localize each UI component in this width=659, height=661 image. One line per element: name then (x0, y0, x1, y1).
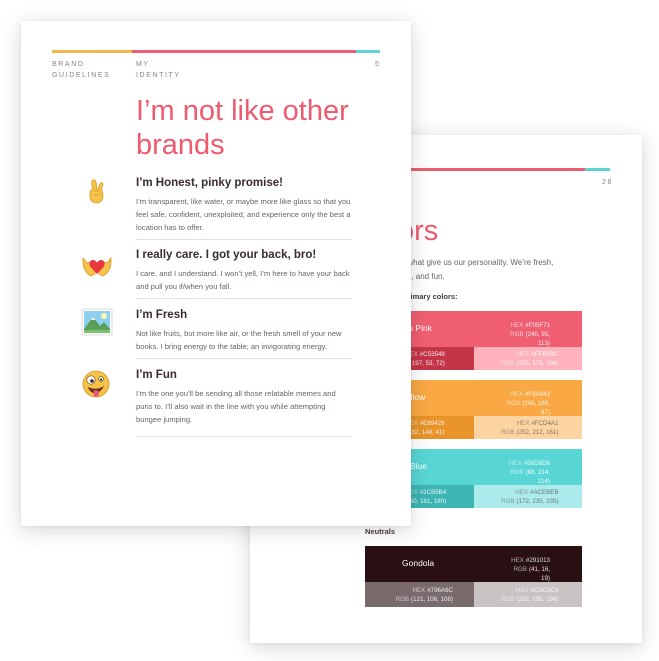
header-bar-pink (132, 50, 356, 53)
swatch-codes: HEX #FCD4A1 RGB (252, 212, 161) (494, 419, 559, 437)
swatch-codes: HEX #3CB5B4 60, 181, 180) (405, 488, 446, 506)
trait-description: I’m transparent, like water, or maybe mo… (136, 197, 351, 232)
title-line: I’m not like other (136, 95, 349, 127)
rgb-label: RGB (506, 400, 521, 407)
header-bar-teal (585, 168, 610, 171)
page-number: 28 (602, 179, 613, 186)
swatch-name: Gondola (402, 558, 435, 568)
header-line: BRAND (52, 61, 85, 68)
swatch-codes: HEX #291013 RGB (41, 16, 19) (505, 556, 550, 583)
swatch-codes: HEX #ACEBEB RGB (172, 235, 235) (494, 488, 559, 506)
divider (136, 239, 352, 240)
hex-value: #CAC3C4 (530, 587, 559, 594)
page-title: I’m not like other brands (136, 94, 349, 162)
hex-value: #291013 (525, 557, 550, 564)
hex-value: #ACEBEB (529, 489, 559, 496)
hex-label: HEX (515, 489, 528, 496)
trait-title: I really care. I got your back, bro! (136, 249, 317, 261)
hex-value: #FCD4A1 (531, 420, 559, 427)
header-my-identity: MY IDENTITY (136, 59, 181, 81)
rgb-value: 60, 181, 180) (409, 498, 447, 505)
hex-label: HEX (511, 557, 524, 564)
header-line: IDENTITY (136, 72, 181, 79)
rgb-label: RGB (510, 331, 524, 338)
rgb-label: RGB (501, 498, 515, 505)
swatch-codes: HEX #F9A843 RGB (249, 169, 67) (505, 390, 550, 417)
front-page-identity: BRAND GUIDELINES MY IDENTITY 5 I’m not l… (21, 21, 411, 526)
rgb-value: (121, 106, 108) (411, 596, 453, 603)
neutrals-label: Neutrals (365, 527, 396, 536)
rgb-label: RGB (501, 429, 515, 436)
trait-description: I’m the one you’ll be sending all those … (136, 389, 336, 424)
rgb-value: (41, 16, 19) (529, 566, 550, 582)
hex-label: HEX (510, 391, 523, 398)
header-brand-guidelines: BRAND GUIDELINES (52, 59, 110, 81)
rgb-value: (202, 195, 196) (516, 596, 559, 603)
hex-value: #796A6C (427, 587, 453, 594)
hex-label: HEX (509, 460, 522, 467)
hex-label: HEX (412, 587, 426, 594)
hex-label: HEX (516, 351, 530, 358)
swatch-codes: HEX #796A6C RGB (121, 106, 108) (395, 586, 453, 604)
zany-face-icon (81, 369, 111, 399)
rgb-label: RGB (501, 596, 515, 603)
hex-value: #E89429 (419, 420, 445, 427)
swatch-shade-light: HEX #ACEBEB RGB (172, 235, 235) (473, 485, 582, 508)
rgb-value: (88, 214, 214) (525, 469, 550, 485)
swatch-codes: HEX #F05F71 RGB (240, 95, 113) (505, 321, 550, 348)
hex-label: HEX (516, 420, 530, 427)
trait-title: I’m Fun (136, 369, 177, 381)
divider (136, 298, 352, 299)
header-bar-teal (356, 50, 380, 53)
intro-line: re what give us our personality. We’re f… (398, 258, 554, 267)
header-bar-yellow (52, 50, 132, 53)
pinky-promise-hand-icon (81, 177, 111, 207)
hex-label: HEX (510, 322, 524, 329)
swatch-shade-light: HEX #CAC3C4 RGB (202, 195, 196) (473, 582, 582, 607)
trait-description: I care, and I understand. I won’t yell, … (136, 269, 350, 291)
swatch-codes: HEX #58D6D6 RGB (88, 214, 214) (505, 459, 550, 486)
trait-title: I’m Fresh (136, 309, 188, 321)
heart-hands-icon (81, 249, 112, 279)
hex-value: #58D6D6 (523, 460, 550, 467)
rgb-value: (240, 95, 113) (525, 331, 550, 347)
swatch-main: Gondola HEX #291013 RGB (41, 16, 19) (365, 546, 582, 582)
rgb-value: (249, 169, 67) (522, 400, 550, 416)
hex-label: HEX (515, 587, 529, 594)
swatch-shade-light: HEX #FFB2BC RGB (255, 178, 188) (473, 347, 582, 370)
trait-description: Not like fruits, but more like air, or t… (136, 329, 342, 351)
intro-text: re what give us our personality. We’re f… (398, 256, 553, 284)
swatch-shade-light: HEX #FCD4A1 RGB (252, 212, 161) (473, 416, 582, 439)
swatch-shade-dark: HEX #796A6C RGB (121, 106, 108) (365, 582, 474, 607)
rgb-value: (252, 212, 161) (516, 429, 559, 436)
hex-value: #3CB5B4 (419, 489, 447, 496)
rgb-label: RGB (513, 566, 528, 573)
header-line: GUIDELINES (52, 72, 111, 79)
hex-value: #F9A843 (524, 391, 550, 398)
hex-value: #C53548 (419, 351, 445, 358)
hex-value: #FFB2BC (531, 351, 559, 358)
rgb-label: RGB (510, 469, 524, 476)
rgb-label: RGB (395, 596, 410, 603)
divider (136, 358, 352, 359)
intro-line: ural, and fun. (398, 272, 445, 281)
rgb-value: (172, 235, 235) (516, 498, 559, 505)
page-number: 5 (375, 61, 381, 68)
title-line: brands (136, 129, 225, 161)
swatch-codes: HEX #CAC3C4 RGB (202, 195, 196) (494, 586, 559, 604)
rgb-value: (255, 178, 188) (516, 360, 559, 367)
divider (136, 436, 352, 437)
swatch-gondola: Gondola HEX #291013 RGB (41, 16, 19) HEX #7… (365, 546, 582, 607)
header-line: MY (136, 61, 150, 68)
rgb-label: RGB (501, 360, 515, 367)
swatch-codes: HEX #FFB2BC RGB (255, 178, 188) (494, 350, 559, 368)
hex-value: #F05F71 (525, 322, 550, 329)
landscape-icon (81, 306, 113, 338)
trait-title: I’m Honest, pinky promise! (136, 177, 283, 189)
